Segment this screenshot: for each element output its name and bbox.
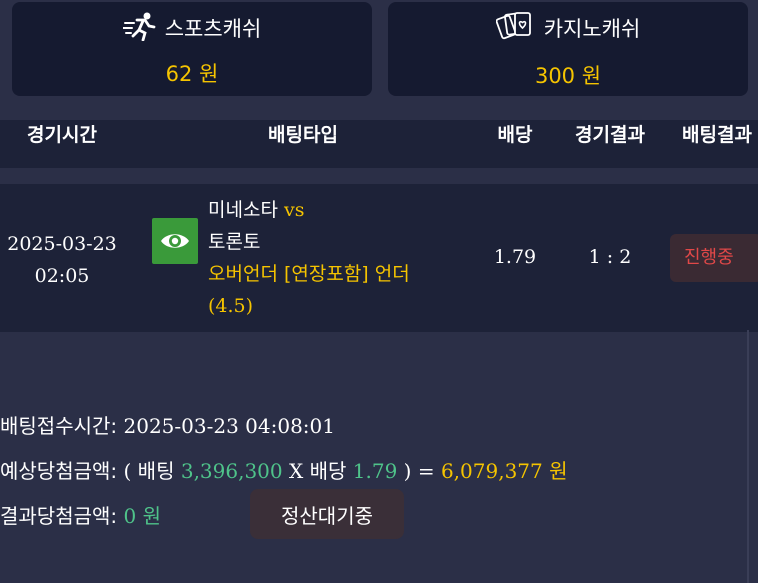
bet-match-info: 미네소타 vs 토론토 오버언더 [연장포함] 언더 (4.5) (208, 194, 468, 322)
header-bet-result: 배팅결과 (682, 124, 752, 146)
bet-amount-label: 배팅 (137, 459, 175, 483)
running-person-icon (121, 11, 157, 46)
bet-status-badge: 진행중 (670, 234, 758, 282)
open-paren: ( (123, 459, 132, 483)
received-time-label: 배팅접수시간: (0, 414, 118, 438)
bet-amount-value: 3,396,300 (180, 459, 283, 483)
header-odds: 배당 (497, 124, 533, 146)
received-time-line: 배팅접수시간: 2025-03-23 04:08:01 (0, 410, 335, 439)
received-time-value: 2025-03-23 04:08:01 (123, 414, 336, 438)
odds-value: 1.79 (352, 459, 398, 483)
result-payout-line: 결과당첨금액: 0 원 (0, 500, 161, 529)
vs-label: vs (283, 199, 305, 221)
bet-pick-line: (4.5) (208, 295, 254, 317)
casino-cash-card[interactable]: 카지노캐쉬 300 원 (388, 2, 748, 96)
close-paren-equals: ) = (403, 459, 435, 483)
match-score: 1 : 2 (588, 246, 632, 268)
away-team: 토론토 (208, 231, 261, 253)
bet-row[interactable]: 2025-03-23 02:05 미네소타 vs 토론토 오버언더 [연장포함]… (0, 184, 758, 332)
bet-table-header: 경기시간 배팅타입 배당 경기결과 배팅결과 (0, 120, 758, 168)
sports-cash-card[interactable]: 스포츠캐쉬 62 원 (12, 2, 372, 96)
bet-datetime: 2025-03-23 02:05 (7, 228, 117, 292)
bet-date: 2025-03-23 (7, 233, 117, 255)
times-sign: X (289, 459, 304, 483)
home-team: 미네소타 (208, 199, 278, 221)
bet-odds: 1.79 (493, 246, 537, 268)
header-match-result: 경기결과 (575, 124, 645, 146)
bet-time: 02:05 (34, 265, 90, 287)
result-payout-value: 0 원 (123, 504, 161, 528)
result-payout-label: 결과당첨금액: (0, 504, 118, 528)
odds-label: 배당 (309, 459, 347, 483)
scrollbar[interactable] (747, 330, 749, 583)
playing-cards-icon (495, 9, 536, 48)
header-bet-type: 배팅타입 (268, 124, 338, 146)
expected-payout-line: 예상당첨금액: ( 배팅 3,396,300 X 배당 1.79 ) = 6,0… (0, 455, 568, 484)
eye-icon[interactable] (152, 218, 198, 264)
sports-cash-label: 스포츠캐쉬 (164, 17, 262, 41)
casino-cash-label: 카지노캐쉬 (543, 17, 641, 41)
settlement-pending-button[interactable]: 정산대기중 (250, 489, 404, 539)
bet-pick: 오버언더 [연장포함] 언더 (208, 263, 410, 285)
expected-payout-value: 6,079,377 원 (440, 459, 568, 483)
expected-payout-label: 예상당첨금액: (0, 459, 118, 483)
header-match-time: 경기시간 (27, 124, 97, 146)
casino-cash-amount: 300 원 (534, 63, 602, 88)
sports-cash-amount: 62 원 (165, 61, 219, 86)
